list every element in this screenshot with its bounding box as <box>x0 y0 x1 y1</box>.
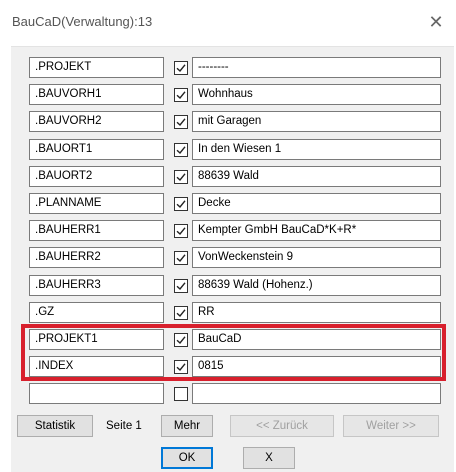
field-row: .BAUVORH2 mit Garagen <box>11 111 454 135</box>
value-input[interactable]: 0815 <box>192 356 441 378</box>
window-title: BauCaD(Verwaltung):13 <box>12 14 153 29</box>
row-checkbox[interactable] <box>174 224 188 239</box>
checkmark-icon <box>176 363 186 372</box>
checkmark-icon <box>176 281 186 290</box>
value-input[interactable]: Decke <box>192 193 441 214</box>
row-checkbox[interactable] <box>174 305 188 320</box>
statistik-button[interactable]: Statistik <box>17 415 93 437</box>
field-row: .PLANNAME Decke <box>11 193 454 217</box>
value-input[interactable] <box>192 383 441 405</box>
key-input[interactable]: .BAUHERR2 <box>29 247 164 269</box>
field-row <box>11 383 454 407</box>
mehr-button[interactable]: Mehr <box>161 415 213 437</box>
field-row: .BAUORT2 88639 Wald <box>11 165 454 190</box>
value-input[interactable]: Wohnhaus <box>192 84 441 106</box>
field-row: .GZ RR <box>11 301 454 326</box>
checkmark-icon <box>176 200 186 209</box>
row-checkbox[interactable] <box>174 88 188 103</box>
field-row: .BAUHERR3 88639 Wald (Hohenz.) <box>11 274 454 299</box>
checkmark-icon <box>176 227 186 236</box>
value-input[interactable]: In den Wiesen 1 <box>192 138 441 160</box>
weiter-button[interactable]: Weiter >> <box>343 415 439 437</box>
field-row: .BAUHERR2 VonWeckenstein 9 <box>11 247 454 271</box>
zurueck-button[interactable]: << Zurück <box>230 415 334 437</box>
checkmark-icon <box>176 145 186 154</box>
key-input[interactable]: .PROJEKT1 <box>29 329 164 350</box>
checkmark-icon <box>176 254 186 263</box>
row-checkbox[interactable] <box>174 61 188 75</box>
key-input[interactable]: .BAUORT2 <box>29 165 164 187</box>
row-checkbox[interactable] <box>174 278 188 293</box>
dialog-body: .PROJEKT -------- .BAUVORH1 Wohnhaus .BAUVOR… <box>11 46 454 472</box>
page-indicator: Seite 1 <box>106 420 142 432</box>
value-input[interactable]: 88639 Wald (Hohenz.) <box>192 274 441 296</box>
key-input[interactable]: .INDEX <box>29 356 164 378</box>
value-input[interactable]: Kempter GmbH BauCaD*K+R* <box>192 220 441 242</box>
checkmark-icon <box>176 173 186 181</box>
close-button[interactable]: ✕ <box>422 8 450 36</box>
value-input[interactable]: -------- <box>192 57 441 78</box>
key-input[interactable]: .PLANNAME <box>29 193 164 214</box>
field-row: .BAUVORH1 Wohnhaus <box>11 84 454 108</box>
value-input[interactable]: VonWeckenstein 9 <box>192 247 441 269</box>
checkmark-icon <box>176 118 186 127</box>
checkmark-icon <box>176 336 186 345</box>
key-input[interactable]: .GZ <box>29 301 164 323</box>
key-input[interactable] <box>29 383 164 405</box>
cancel-button[interactable]: X <box>243 447 295 469</box>
row-checkbox[interactable] <box>174 387 188 402</box>
row-checkbox[interactable] <box>174 169 188 184</box>
value-input[interactable]: RR <box>192 301 441 323</box>
ok-button[interactable]: OK <box>161 447 213 469</box>
field-row: .BAUHERR1 Kempter GmbH BauCaD*K+R* <box>11 220 454 244</box>
field-row: .PROJEKT -------- <box>11 57 454 81</box>
dialog-window: BauCaD(Verwaltung):13 ✕ .PROJEKT --------… <box>0 0 456 472</box>
row-checkbox[interactable] <box>174 142 188 157</box>
value-input[interactable]: 88639 Wald <box>192 165 441 187</box>
button-bar: Statistik Seite 1 Mehr << Zurück Weiter … <box>11 415 454 445</box>
title-bar: BauCaD(Verwaltung):13 ✕ <box>0 0 456 46</box>
field-row: .PROJEKT1 BauCaD <box>11 329 454 353</box>
value-input[interactable]: BauCaD <box>192 329 441 350</box>
value-input[interactable]: mit Garagen <box>192 111 441 133</box>
row-checkbox[interactable] <box>174 333 188 347</box>
key-input[interactable]: .BAUHERR1 <box>29 220 164 242</box>
field-row: .BAUORT1 In den Wiesen 1 <box>11 138 454 163</box>
checkmark-icon <box>176 309 186 317</box>
key-input[interactable]: .BAUVORH1 <box>29 84 164 106</box>
key-input[interactable]: .BAUVORH2 <box>29 111 164 133</box>
row-checkbox[interactable] <box>174 251 188 266</box>
checkmark-icon <box>176 64 186 73</box>
close-icon[interactable]: ✕ <box>428 12 443 33</box>
row-checkbox[interactable] <box>174 115 188 130</box>
field-row: .INDEX 0815 <box>11 356 454 380</box>
key-input[interactable]: .BAUORT1 <box>29 138 164 160</box>
checkmark-icon <box>176 91 186 100</box>
row-checkbox[interactable] <box>174 360 188 375</box>
key-input[interactable]: .BAUHERR3 <box>29 274 164 296</box>
row-checkbox[interactable] <box>174 197 188 211</box>
key-input[interactable]: .PROJEKT <box>29 57 164 78</box>
